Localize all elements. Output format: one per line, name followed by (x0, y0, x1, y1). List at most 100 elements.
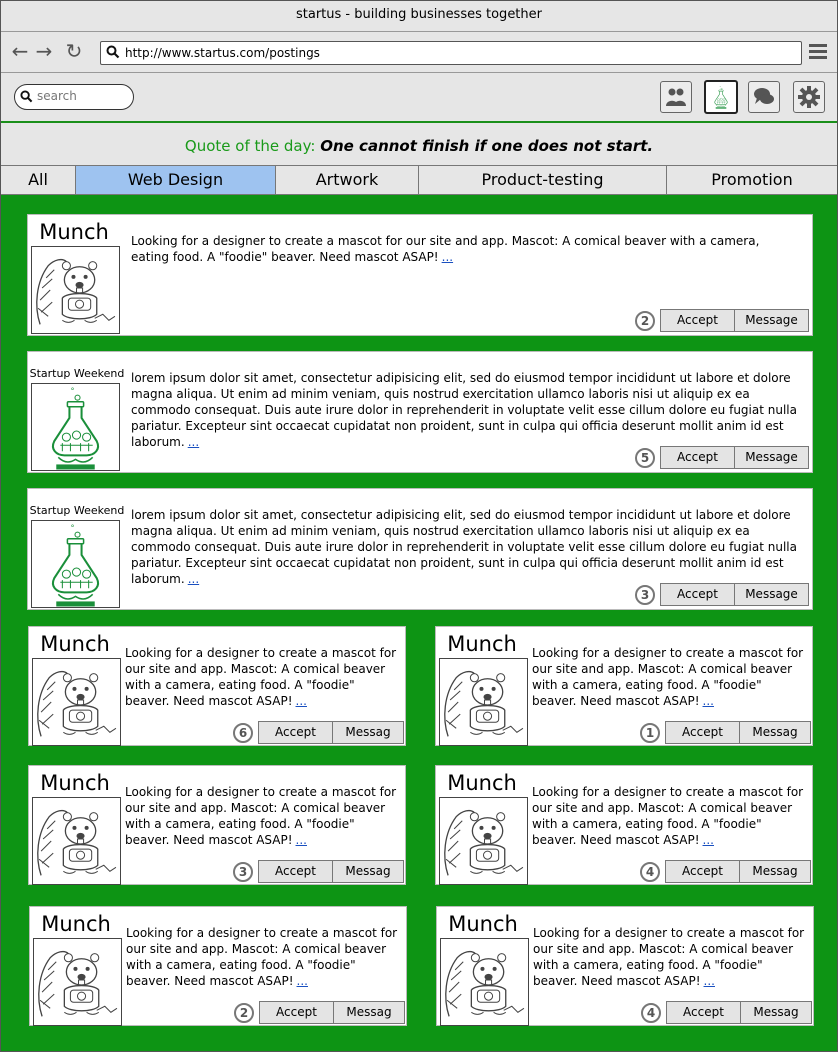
flask-logo-icon (709, 85, 733, 109)
tab-product-testing[interactable]: Product-testing (419, 166, 667, 194)
message-button[interactable]: Messag (333, 1001, 405, 1024)
posting-description: Looking for a designer to create a masco… (125, 645, 401, 709)
applicant-count-badge: 3 (635, 585, 655, 605)
settings-button[interactable] (793, 81, 825, 113)
posting-description: Looking for a designer to create a masco… (131, 233, 801, 265)
accept-button[interactable]: Accept (666, 1001, 741, 1024)
posting-description: Looking for a designer to create a masco… (532, 645, 808, 709)
quote-label: Quote of the day: (184, 137, 316, 155)
search-input[interactable] (37, 87, 125, 105)
search-box[interactable] (14, 84, 134, 110)
company-logo (32, 658, 121, 746)
read-more-link[interactable]: ... (296, 694, 307, 708)
accept-button[interactable]: Accept (258, 721, 333, 744)
tab-web-design[interactable]: Web Design (76, 166, 276, 194)
posting-text: Looking for a designer to create a masco… (125, 785, 397, 847)
chat-icon (754, 88, 774, 104)
posting-card: Munch Looking for a designer to create a… (28, 626, 406, 746)
browser-toolbar: ← → ↻ http://www.startus.com/postings (1, 32, 837, 73)
posting-description: Looking for a designer to create a masco… (532, 784, 808, 848)
posting-card: Munch Looking for a designer to create a… (435, 765, 813, 885)
company-name: Munch (447, 771, 517, 795)
company-name: Munch (448, 912, 518, 936)
company-name: Munch (447, 632, 517, 656)
posting-card: Munch Looking for a designer to create a… (29, 906, 407, 1026)
window-title-bar: startus - building businesses together (1, 1, 837, 32)
applicant-count-badge: 4 (640, 862, 660, 882)
tab-artwork[interactable]: Artwork (276, 166, 419, 194)
accept-button[interactable]: Accept (660, 309, 735, 332)
posting-text: lorem ipsum dolor sit amet, consectetur … (131, 371, 797, 449)
tab-promotion[interactable]: Promotion (667, 166, 837, 194)
message-button[interactable]: Message (734, 446, 809, 469)
applicant-count-badge: 2 (635, 311, 655, 331)
posting-card: Startup Weekend lorem ipsum dolor sit am… (27, 488, 813, 610)
messages-button[interactable] (748, 81, 780, 113)
gear-icon (798, 86, 820, 108)
read-more-link[interactable]: ... (703, 833, 714, 847)
posting-description: Looking for a designer to create a masco… (126, 925, 402, 989)
message-button[interactable]: Messag (740, 1001, 812, 1024)
flask-logo-icon (32, 384, 119, 470)
company-name: Munch (40, 632, 110, 656)
read-more-link[interactable]: ... (188, 435, 199, 449)
message-button[interactable]: Message (734, 583, 809, 606)
quote-of-the-day: Quote of the day: One cannot finish if o… (1, 123, 837, 165)
menu-icon[interactable] (809, 44, 827, 62)
accept-button[interactable]: Accept (660, 583, 735, 606)
posting-card: Munch Looking for a designer to create a… (435, 626, 813, 746)
flask-logo-icon (32, 521, 119, 607)
accept-button[interactable]: Accept (258, 860, 333, 883)
company-logo (31, 520, 120, 608)
company-name: Startup Weekend (29, 504, 125, 517)
read-more-link[interactable]: ... (703, 694, 714, 708)
accept-button[interactable]: Accept (259, 1001, 334, 1024)
read-more-link[interactable]: ... (704, 974, 715, 988)
company-name: Munch (40, 771, 110, 795)
beaver-logo-icon (440, 798, 527, 884)
back-arrow-icon[interactable]: ← (9, 40, 31, 62)
posting-card: Startup Weekend lorem ipsum dolor sit am… (27, 351, 813, 473)
message-button[interactable]: Messag (332, 860, 404, 883)
read-more-link[interactable]: ... (188, 572, 199, 586)
app-header (1, 73, 837, 123)
people-button[interactable] (660, 81, 692, 113)
read-more-link[interactable]: ... (297, 974, 308, 988)
tab-all[interactable]: All (1, 166, 76, 194)
browser-window: startus - building businesses together ←… (0, 0, 838, 1052)
message-button[interactable]: Messag (739, 721, 811, 744)
applicant-count-badge: 2 (234, 1003, 254, 1023)
posting-text: lorem ipsum dolor sit amet, consectetur … (131, 508, 797, 586)
forward-arrow-icon[interactable]: → (33, 40, 55, 62)
applicant-count-badge: 6 (233, 723, 253, 743)
posting-text: Looking for a designer to create a masco… (125, 646, 397, 708)
search-icon (106, 45, 120, 59)
company-logo (440, 938, 529, 1026)
message-button[interactable]: Messag (739, 860, 811, 883)
company-name: Munch (41, 912, 111, 936)
beaver-logo-icon (441, 939, 528, 1025)
posting-text: Looking for a designer to create a masco… (533, 926, 805, 988)
posting-text: Looking for a designer to create a masco… (532, 646, 804, 708)
message-button[interactable]: Messag (332, 721, 404, 744)
applicant-count-badge: 4 (641, 1003, 661, 1023)
beaver-logo-icon (33, 659, 120, 745)
url-bar[interactable]: http://www.startus.com/postings (100, 41, 802, 65)
message-button[interactable]: Message (734, 309, 809, 332)
company-logo (31, 383, 120, 471)
read-more-link[interactable]: ... (442, 250, 453, 264)
beaver-logo-icon (32, 247, 119, 333)
postings-area: Munch Looking for a designer to create a… (1, 195, 837, 1051)
applicant-count-badge: 1 (640, 723, 660, 743)
accept-button[interactable]: Accept (665, 860, 740, 883)
posting-description: lorem ipsum dolor sit amet, consectetur … (131, 507, 803, 587)
read-more-link[interactable]: ... (296, 833, 307, 847)
reload-icon[interactable]: ↻ (63, 40, 85, 62)
quote-text: One cannot finish if one does not start. (320, 137, 654, 155)
accept-button[interactable]: Accept (660, 446, 735, 469)
profile-button[interactable] (704, 80, 738, 114)
beaver-logo-icon (440, 659, 527, 745)
search-icon (20, 90, 33, 103)
company-name: Munch (39, 220, 109, 244)
accept-button[interactable]: Accept (665, 721, 740, 744)
